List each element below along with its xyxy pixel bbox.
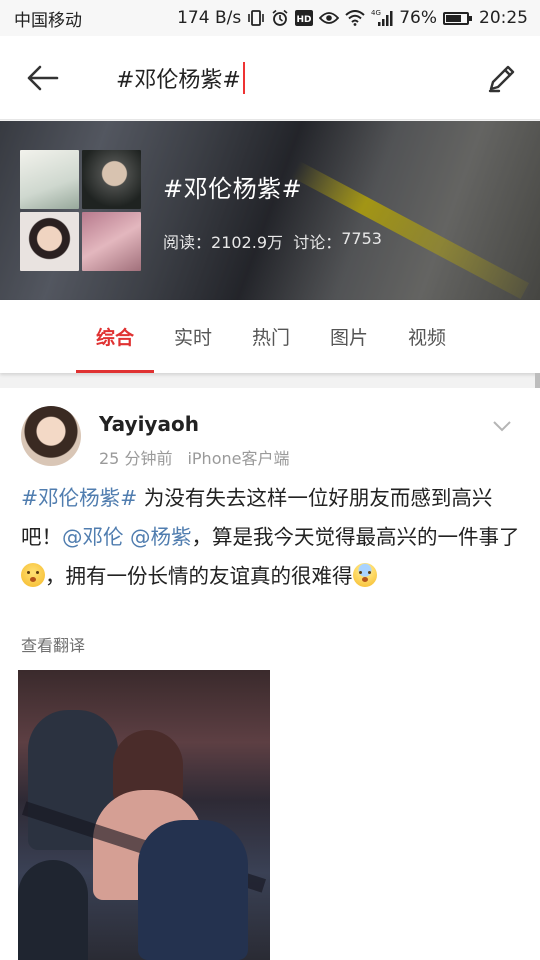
post-hashtag[interactable]: #邓伦杨紫# <box>21 486 137 510</box>
reads-count: 2102.9万 <box>211 233 284 252</box>
topic-banner: #邓伦杨紫# 阅读： 2102.9万 讨论： 7753 <box>0 121 540 300</box>
hd-icon: HD <box>295 10 314 26</box>
feed-tabs: 综合 实时 热门 图片 视频 <box>0 300 540 373</box>
tab-videos[interactable]: 视频 <box>388 300 466 373</box>
back-button[interactable] <box>22 60 62 96</box>
chevron-down-icon <box>493 421 511 432</box>
translate-link[interactable]: 查看翻译 <box>21 632 85 656</box>
tab-comprehensive[interactable]: 综合 <box>76 300 154 373</box>
tab-pictures[interactable]: 图片 <box>310 300 388 373</box>
post-body: #邓伦杨紫# 为没有失去这样一位好朋友而感到高兴吧！@邓伦 @杨紫，算是我今天觉… <box>21 479 521 596</box>
post-source: iPhone客户端 <box>187 449 290 468</box>
topic-thumbnail <box>82 150 141 209</box>
topic-title: #邓伦杨紫# <box>163 175 303 203</box>
post-time: 25 分钟前 <box>99 449 173 468</box>
tab-hot[interactable]: 热门 <box>232 300 310 373</box>
emoji-icon <box>21 563 45 587</box>
text-caret <box>242 62 245 94</box>
topic-thumbnail <box>82 212 141 271</box>
post-meta: 25 分钟前 iPhone客户端 <box>99 445 289 469</box>
search-input[interactable]: #邓伦杨紫# <box>116 60 446 96</box>
post-text-segment: ，拥有一份长情的友谊真的很难得 <box>45 564 353 588</box>
battery-icon <box>443 11 472 25</box>
post-card: Yayiyaoh 25 分钟前 iPhone客户端 #邓伦杨紫# 为没有失去这样… <box>0 388 540 960</box>
post-image[interactable] <box>18 670 270 960</box>
clock-time: 20:25 <box>479 8 528 28</box>
edit-pencil-icon <box>488 65 515 93</box>
wifi-icon <box>345 10 365 26</box>
reads-label: 阅读： <box>163 233 212 252</box>
mention-link[interactable]: @邓伦 <box>62 525 124 549</box>
search-query: #邓伦杨紫# <box>116 68 241 93</box>
signal-icon: 4G <box>371 9 393 27</box>
compose-button[interactable] <box>482 60 522 96</box>
discuss-count: 7753 <box>341 229 382 248</box>
tab-realtime[interactable]: 实时 <box>154 300 232 373</box>
battery-percent: 76% <box>399 8 437 28</box>
post-username[interactable]: Yayiyaoh <box>99 412 199 436</box>
network-type: 4G <box>371 9 381 17</box>
carrier-label: 中国移动 <box>14 10 82 31</box>
topic-thumbnail <box>20 150 79 209</box>
alarm-icon <box>271 9 289 27</box>
post-text-segment: ，算是我今天觉得最高兴的一件事了 <box>191 525 520 549</box>
topic-thumbnail <box>20 212 79 271</box>
topic-thumbnail-grid <box>20 150 141 271</box>
vibrate-icon <box>247 10 265 26</box>
status-bar: 中国移动 174 B/s HD 4G 76% 20:25 <box>0 0 540 36</box>
post-menu-button[interactable] <box>490 416 514 436</box>
search-header: #邓伦杨紫# <box>0 36 540 120</box>
svg-text:HD: HD <box>297 15 312 25</box>
mention-link[interactable]: @杨紫 <box>130 525 192 549</box>
eye-icon <box>319 11 340 25</box>
avatar[interactable] <box>21 406 81 466</box>
emoji-icon <box>352 563 377 587</box>
discuss-label: 讨论： <box>293 233 342 252</box>
topic-stats: 阅读： 2102.9万 讨论： 7753 <box>163 229 382 253</box>
network-speed: 174 B/s <box>177 8 242 28</box>
back-arrow-icon <box>27 65 59 91</box>
